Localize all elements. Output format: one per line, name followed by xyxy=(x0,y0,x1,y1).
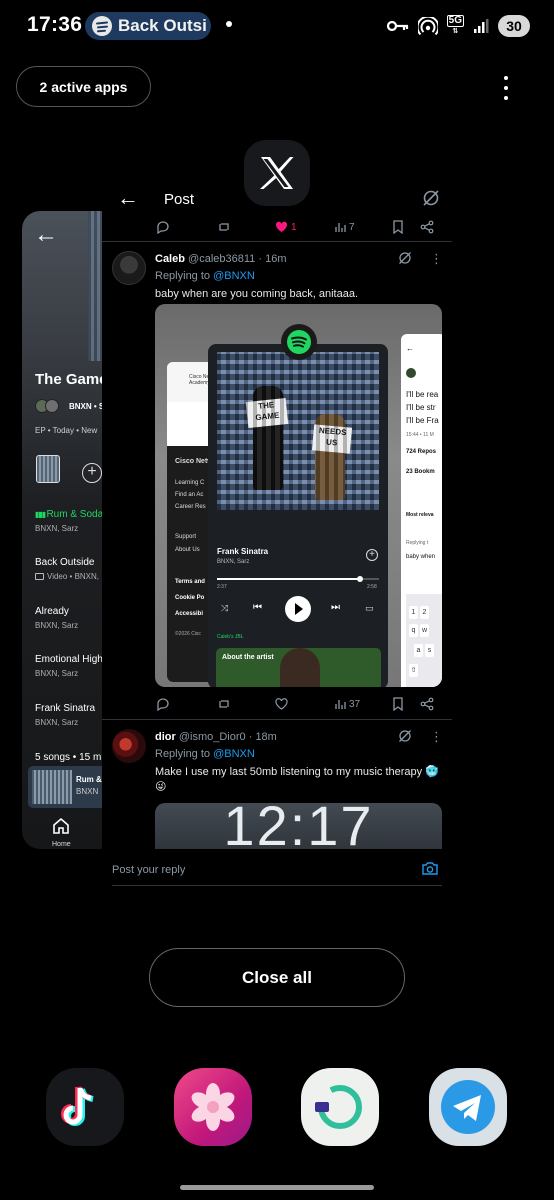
signal-icon xyxy=(474,19,489,33)
avatar[interactable] xyxy=(112,729,146,763)
reply-icon[interactable] xyxy=(156,218,170,236)
post-text: baby when are you coming back, anitaaa. xyxy=(155,288,359,300)
share-icon[interactable] xyxy=(420,695,434,713)
replying-to: Replying to @BNXN xyxy=(155,748,255,760)
dock-app-tiktok[interactable] xyxy=(46,1068,124,1146)
repost-icon[interactable] xyxy=(217,218,231,236)
grok-icon[interactable] xyxy=(398,729,412,743)
chart-icon xyxy=(335,700,346,709)
media-pill-text: Back Outsi xyxy=(118,16,207,35)
replying-to: Replying to @BNXN xyxy=(155,270,255,282)
mini-player-art xyxy=(32,770,72,804)
equalizer-icon: ▮▮▮ xyxy=(35,510,47,519)
mini-player-title: Rum & xyxy=(76,775,102,784)
network-5g-icon: 5G ⇅ xyxy=(446,15,464,35)
post-media-image[interactable]: 12:17 xyxy=(155,803,442,849)
active-apps-button[interactable]: 2 active apps xyxy=(16,66,151,107)
more-options-icon[interactable]: ⋮ xyxy=(430,729,443,745)
post-actions: 37 xyxy=(147,695,447,713)
nav-home[interactable]: Home xyxy=(52,817,71,848)
mini-player-artist: BNXN xyxy=(76,787,99,796)
more-options-icon[interactable] xyxy=(496,75,516,101)
reply-icon[interactable] xyxy=(156,695,170,713)
embedded-spotify-player: THE GAME NEEDS US Frank Sinatra BNXN, Sa… xyxy=(208,344,388,687)
battery-indicator: 30 xyxy=(498,15,530,37)
dock-app-gallery[interactable] xyxy=(174,1068,252,1146)
mention-link[interactable]: @BNXN xyxy=(213,748,255,760)
track-item[interactable]: Back Outside Video • BNXN, xyxy=(35,557,99,581)
back-arrow-icon[interactable]: ← xyxy=(117,185,139,211)
camera-icon[interactable] xyxy=(422,861,438,875)
album-preview-thumb[interactable] xyxy=(36,455,60,483)
home-icon xyxy=(53,817,70,834)
x-app-icon[interactable] xyxy=(244,140,310,206)
track-item[interactable]: Emotional High BNXN, Sarz xyxy=(35,654,103,678)
like-button[interactable]: 1 xyxy=(275,218,297,236)
bookmark-icon[interactable] xyxy=(392,695,404,713)
status-icons: 5G ⇅ 30 xyxy=(386,13,530,39)
divider xyxy=(102,719,452,720)
post-author[interactable]: Caleb @caleb36811 · 16m xyxy=(155,253,286,265)
add-to-library-icon[interactable]: + xyxy=(82,463,102,483)
avatar[interactable] xyxy=(112,251,146,285)
reply-input[interactable]: Post your reply xyxy=(112,864,185,876)
mention-link[interactable]: @BNXN xyxy=(213,270,255,282)
album-summary: 5 songs • 15 min xyxy=(35,752,110,763)
paper-plane-icon xyxy=(441,1080,495,1134)
track-item[interactable]: ▮▮▮ Rum & Soda BNXN, Sarz xyxy=(35,509,103,533)
back-arrow-icon[interactable]: ← xyxy=(34,221,58,249)
repost-icon[interactable] xyxy=(217,695,231,713)
ring-icon xyxy=(315,1085,362,1129)
embedded-tweet: ← I'll be rea I'll be str I'll be Fra 15… xyxy=(401,334,442,687)
track-item[interactable]: Frank Sinatra BNXN, Sarz xyxy=(35,703,95,727)
views-stat[interactable]: 37 xyxy=(334,695,360,713)
status-time: 17:36 xyxy=(27,13,83,36)
post-actions: 1 7 xyxy=(147,218,447,236)
more-options-icon[interactable]: ⋮ xyxy=(430,251,443,267)
close-all-button[interactable]: Close all xyxy=(149,948,405,1007)
heart-filled-icon xyxy=(275,221,288,232)
grok-icon[interactable] xyxy=(398,251,412,265)
lockscreen-clock: 12:17 xyxy=(223,803,374,849)
views-stat[interactable]: 7 xyxy=(334,218,355,236)
media-playing-pill[interactable]: Back Outsi xyxy=(85,12,211,40)
gallery-flower-icon xyxy=(191,1083,235,1131)
post-author[interactable]: dior @ismo_Dior0 · 18m xyxy=(155,731,277,743)
x-app-card[interactable]: ← Post 1 7 Caleb @caleb36811 · 16m ⋮ Rep… xyxy=(102,176,452,849)
album-title: The Game xyxy=(35,371,108,388)
divider xyxy=(102,241,452,242)
bookmark-icon[interactable] xyxy=(392,218,404,236)
notification-dot xyxy=(226,21,232,27)
artist-avatars xyxy=(35,399,63,413)
spotify-icon xyxy=(281,324,317,360)
post-text: Make I use my last 50mb listening to my … xyxy=(155,766,439,793)
chart-icon xyxy=(335,223,346,232)
tiktok-icon xyxy=(61,1086,94,1126)
grok-icon[interactable] xyxy=(422,189,440,207)
gesture-navigation-bar[interactable] xyxy=(180,1185,374,1190)
post-media-image[interactable]: Cisco Networking Academy Cisco Netw Lear… xyxy=(155,304,442,687)
album-artists: BNXN • S xyxy=(35,398,104,414)
page-title: Post xyxy=(164,191,195,208)
reply-composer[interactable]: Post your reply xyxy=(102,849,452,887)
spotify-icon xyxy=(92,16,112,36)
dock-app-ring[interactable] xyxy=(301,1068,379,1146)
like-icon[interactable] xyxy=(275,695,288,713)
key-icon xyxy=(386,20,408,32)
track-item[interactable]: Already BNXN, Sarz xyxy=(35,606,78,630)
share-icon[interactable] xyxy=(420,218,434,236)
video-icon xyxy=(35,573,44,580)
album-meta: EP • Today • New xyxy=(35,426,98,435)
x-logo-icon xyxy=(260,157,294,189)
hotspot-icon xyxy=(417,17,438,35)
status-bar: 17:36 Back Outsi 5G ⇅ 30 xyxy=(0,0,554,52)
dock-app-telegram[interactable] xyxy=(429,1068,507,1146)
